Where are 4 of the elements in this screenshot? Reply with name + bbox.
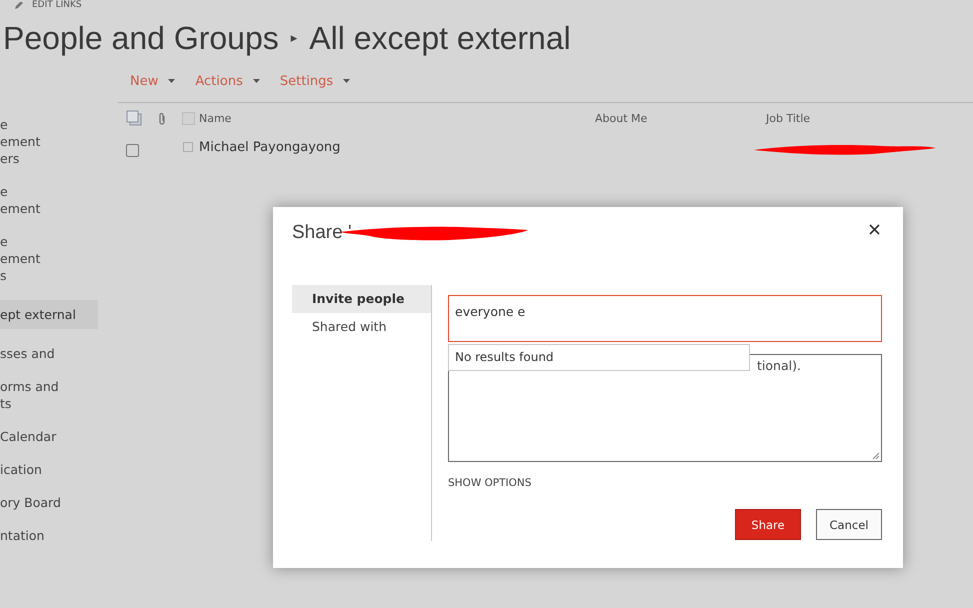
page-subtitle: All except external [309, 20, 571, 56]
dialog-title: Share ' [292, 222, 352, 244]
breadcrumb-separator: ▸ [290, 30, 298, 46]
page-title: People and Groups [3, 20, 279, 56]
